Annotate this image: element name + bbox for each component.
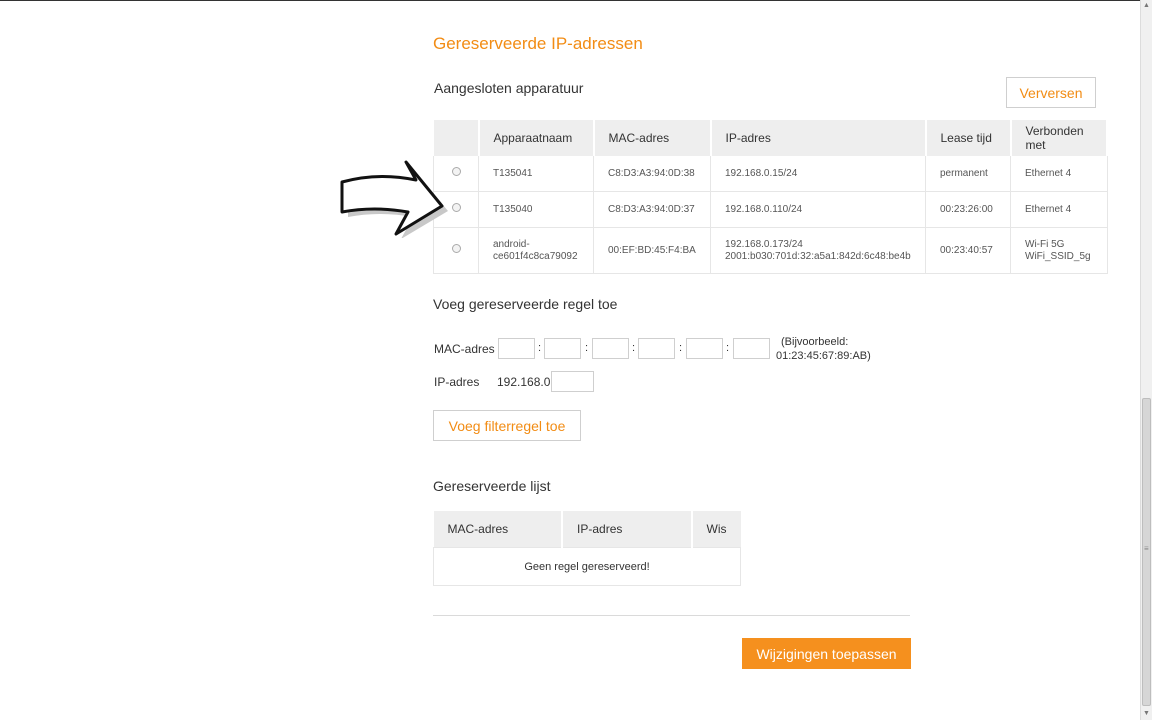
device-ssid: WiFi_SSID_5g xyxy=(1025,250,1091,262)
device-mac: C8:D3:A3:94:0D:37 xyxy=(593,191,711,228)
device-name: android- xyxy=(493,238,530,250)
mac-octet-5[interactable] xyxy=(686,338,723,359)
table-row: android- ce601f4c8ca79092 00:EF:BD:45:F4… xyxy=(433,227,1108,274)
mac-example-line-2: 01:23:45:67:89:AB) xyxy=(776,350,871,362)
mac-separator: : xyxy=(726,342,730,354)
page-title: Gereserveerde IP-adressen xyxy=(433,34,643,53)
table-row: T135041 C8:D3:A3:94:0D:38 192.168.0.15/2… xyxy=(433,156,1108,192)
device-ip: 192.168.0.110/24 xyxy=(725,203,803,215)
ip-label: IP-adres xyxy=(434,375,480,389)
mac-octet-6[interactable] xyxy=(733,338,770,359)
device-mac: C8:D3:A3:94:0D:38 xyxy=(593,156,711,192)
device-name: T135041 xyxy=(493,167,533,179)
device-name: T135040 xyxy=(493,203,533,215)
scroll-up-arrow-icon[interactable]: ▲ xyxy=(1141,0,1152,12)
divider xyxy=(433,615,910,616)
table-row: Geen regel gereserveerd! xyxy=(433,547,741,586)
mac-separator: : xyxy=(585,342,589,354)
ip-last-octet-input[interactable] xyxy=(551,371,594,392)
mac-octet-2[interactable] xyxy=(544,338,581,359)
device-lease: 00:23:26:00 xyxy=(925,191,1011,228)
table-row: T135040 C8:D3:A3:94:0D:37 192.168.0.110/… xyxy=(433,191,1108,228)
add-rule-heading: Voeg gereserveerde regel toe xyxy=(433,296,618,312)
pointer-arrow-icon xyxy=(340,160,448,238)
mac-octet-4[interactable] xyxy=(638,338,675,359)
mac-example: (Bijvoorbeeld: 01:23:45:67:89:AB) xyxy=(776,335,871,363)
reserved-column-delete: Wis xyxy=(691,511,741,548)
device-radio[interactable] xyxy=(451,167,461,176)
column-header-select xyxy=(433,120,480,156)
grip-icon: ≡ xyxy=(1144,544,1149,553)
column-header-device-name: Apparaatnaam xyxy=(478,120,595,156)
scroll-down-arrow-icon[interactable]: ▼ xyxy=(1141,708,1152,720)
refresh-button[interactable]: Verversen xyxy=(1006,77,1096,108)
column-header-lease: Lease tijd xyxy=(925,120,1012,156)
add-filter-rule-button[interactable]: Voeg filterregel toe xyxy=(433,410,581,441)
device-ip: 192.168.0.15/24 xyxy=(725,167,798,179)
mac-example-line-1: (Bijvoorbeeld: xyxy=(781,336,849,348)
reserved-column-mac: MAC-adres xyxy=(433,511,564,548)
device-connection: Ethernet 4 xyxy=(1025,203,1072,215)
reserved-column-ip: IP-adres xyxy=(562,511,693,548)
device-connection: Ethernet 4 xyxy=(1025,167,1072,179)
mac-octet-1[interactable] xyxy=(498,338,535,359)
device-radio[interactable] xyxy=(451,244,461,253)
device-name-cont: ce601f4c8ca79092 xyxy=(493,250,578,262)
column-header-mac: MAC-adres xyxy=(593,120,712,156)
mac-separator: : xyxy=(632,342,636,354)
devices-table: Apparaatnaam MAC-adres IP-adres Lease ti… xyxy=(433,120,1108,274)
mac-separator: : xyxy=(538,342,542,354)
device-radio[interactable] xyxy=(451,203,461,212)
scrollbar-thumb[interactable]: ≡ xyxy=(1142,398,1151,706)
column-header-connected: Verbonden met xyxy=(1010,120,1108,156)
device-mac: 00:EF:BD:45:F4:BA xyxy=(593,227,711,274)
mac-octet-3[interactable] xyxy=(592,338,629,359)
window-top-border xyxy=(0,0,1140,1)
mac-separator: : xyxy=(679,342,683,354)
device-ipv6: 2001:b030:701d:32:a5a1:842d:6c48:be4b xyxy=(725,250,911,262)
reserved-table: MAC-adres IP-adres Wis Geen regel gerese… xyxy=(433,511,741,586)
empty-message: Geen regel gereserveerd! xyxy=(433,547,741,586)
mac-label: MAC-adres xyxy=(434,342,495,356)
apply-changes-button[interactable]: Wijzigingen toepassen xyxy=(742,638,911,669)
devices-heading: Aangesloten apparatuur xyxy=(434,80,584,96)
device-connection: Wi-Fi 5G xyxy=(1025,238,1065,250)
vertical-scrollbar[interactable]: ▲ ≡ ▼ xyxy=(1140,0,1152,720)
reserved-list-heading: Gereserveerde lijst xyxy=(433,478,551,494)
device-lease: permanent xyxy=(925,156,1011,192)
device-ip: 192.168.0.173/24 xyxy=(725,238,803,250)
device-lease: 00:23:40:57 xyxy=(925,227,1011,274)
column-header-ip: IP-adres xyxy=(710,120,927,156)
ip-prefix: 192.168.0. xyxy=(497,375,554,389)
